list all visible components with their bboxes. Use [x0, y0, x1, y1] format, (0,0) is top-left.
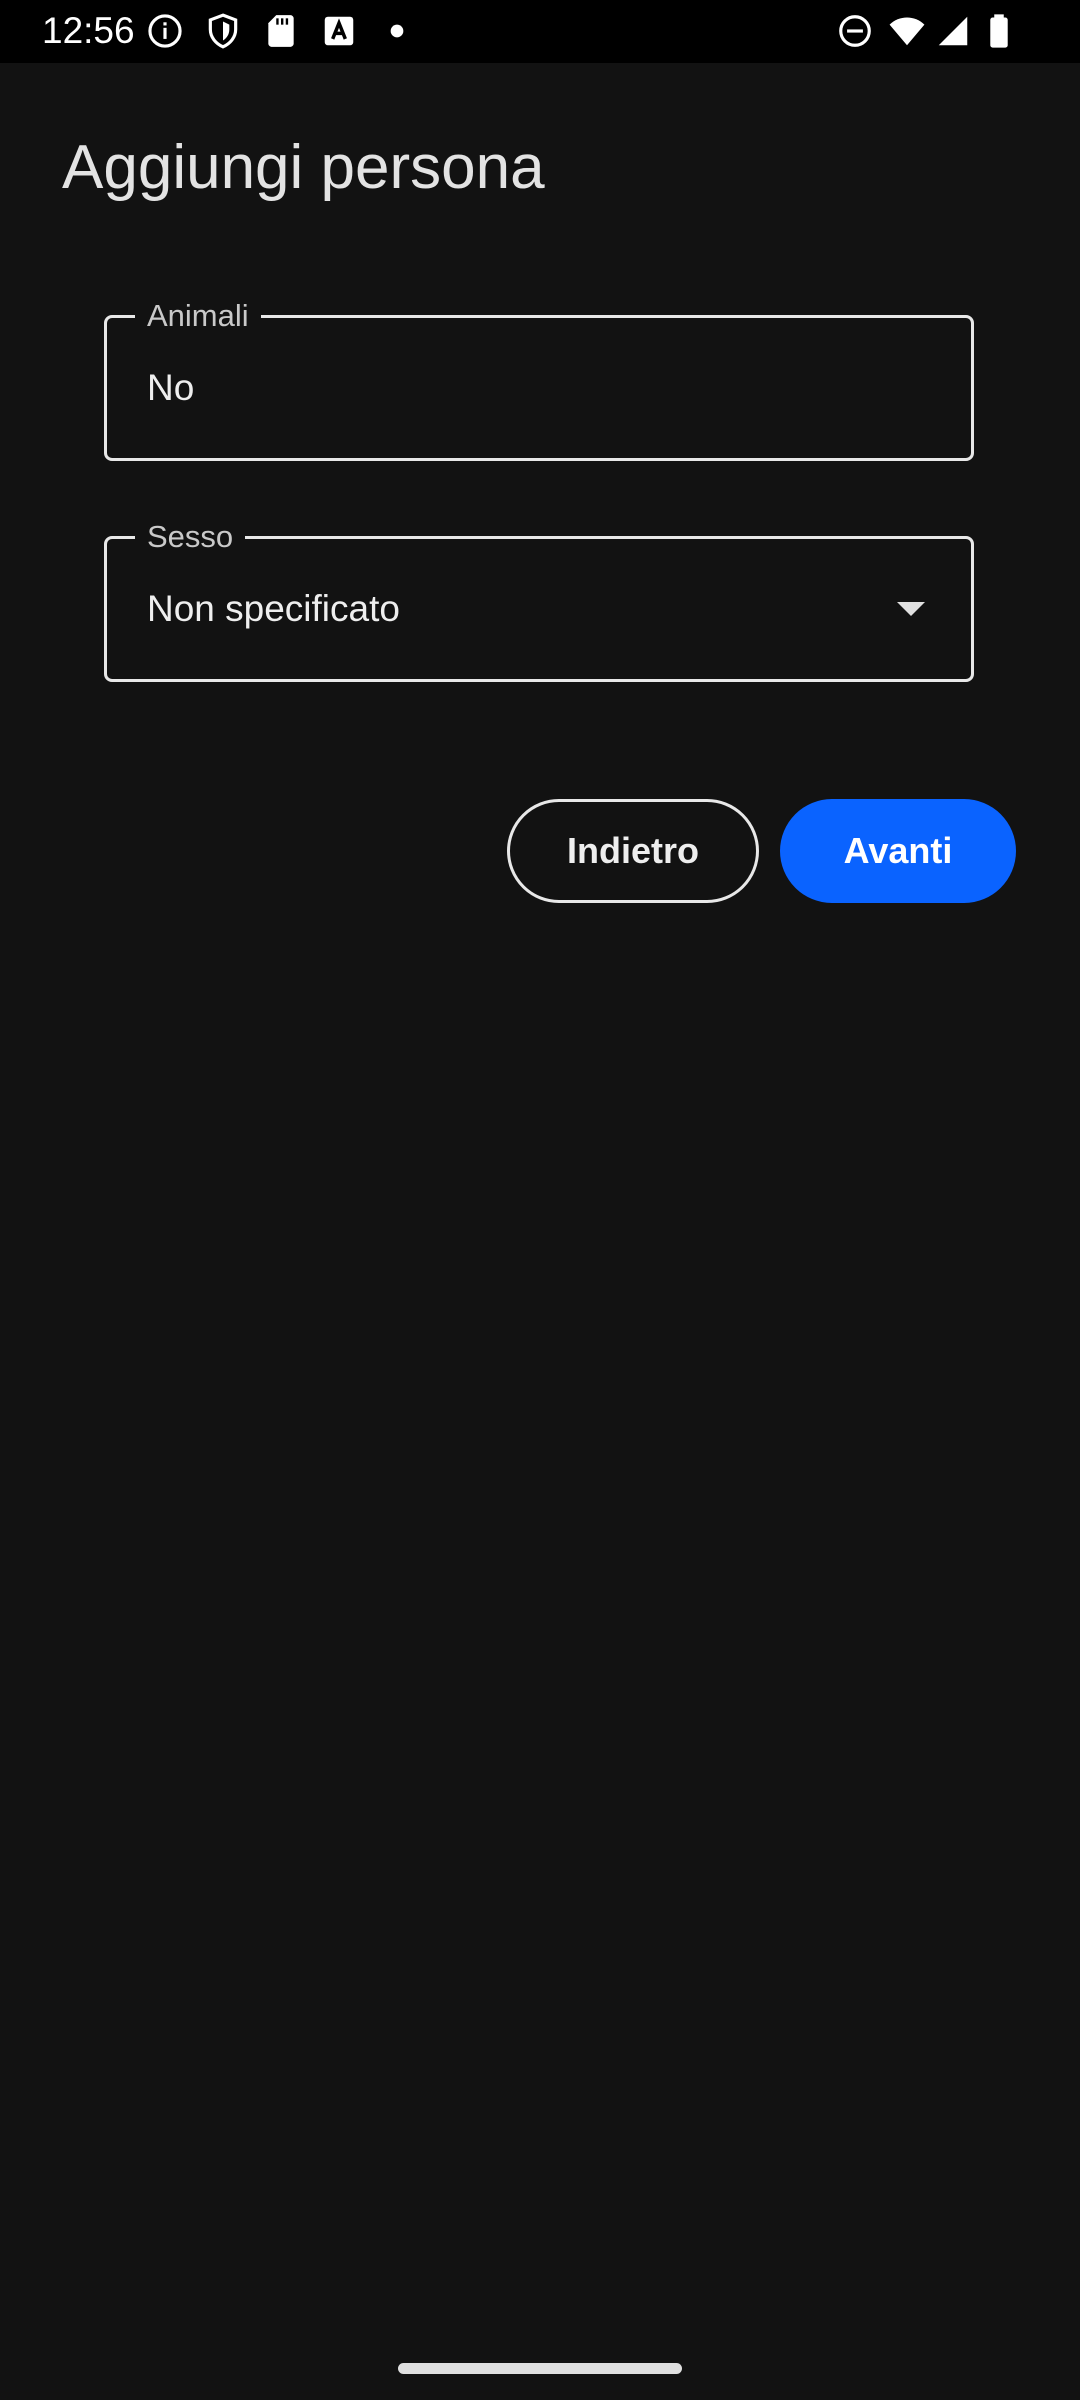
shield-icon: [204, 12, 242, 50]
sd-card-icon: [262, 12, 300, 50]
status-time: 12:56: [42, 10, 135, 51]
animali-field-label: Animali: [135, 296, 261, 336]
back-button[interactable]: Indietro: [507, 799, 759, 903]
battery-icon: [980, 12, 1018, 50]
sesso-dropdown-value: Non specificato: [147, 588, 400, 629]
sesso-dropdown-label: Sesso: [135, 517, 246, 557]
dot-icon: [378, 12, 416, 50]
page-title: Aggiungi persona: [62, 133, 545, 202]
sesso-dropdown[interactable]: Sesso Non specificato: [104, 517, 974, 682]
font-a-icon: [320, 12, 358, 50]
cellular-signal-icon: [934, 12, 972, 50]
next-button[interactable]: Avanti: [780, 799, 1016, 903]
info-icon: [146, 12, 184, 50]
status-bar: 12:56: [0, 0, 1080, 63]
dropdown-arrow-icon: [895, 599, 927, 619]
home-indicator[interactable]: [398, 2363, 682, 2374]
wifi-icon: [888, 12, 926, 50]
animali-field[interactable]: Animali No: [104, 296, 974, 461]
do-not-disturb-icon: [836, 12, 874, 50]
animali-field-value: No: [147, 367, 195, 408]
